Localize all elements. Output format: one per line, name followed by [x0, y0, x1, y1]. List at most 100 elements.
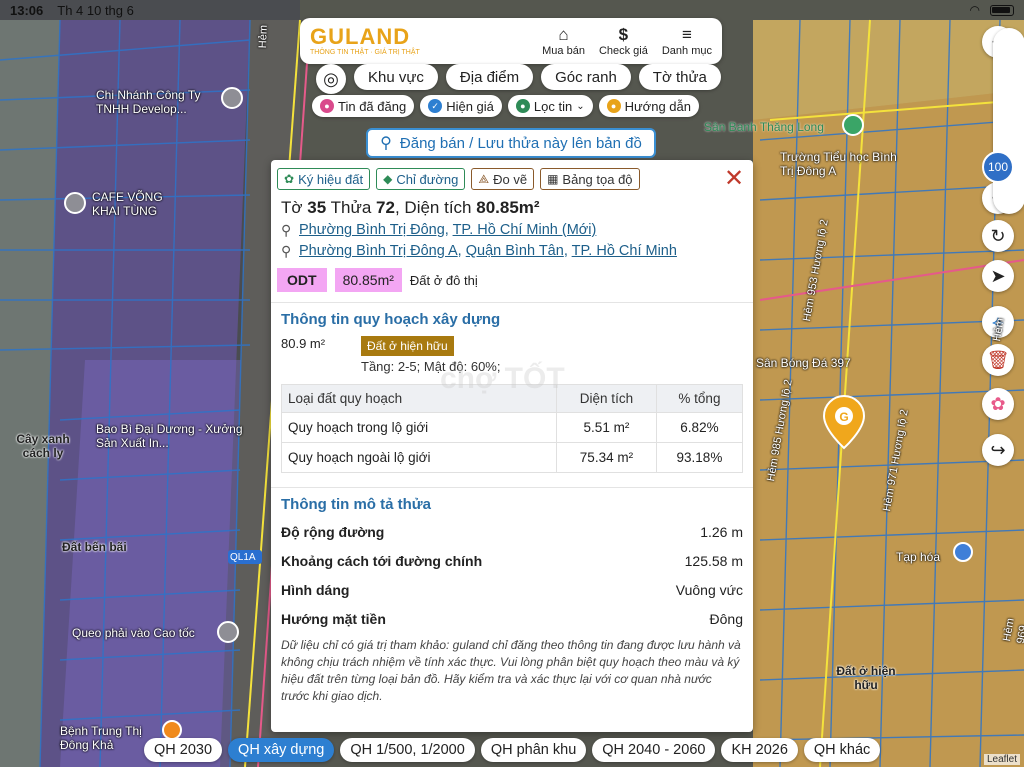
location-pin-icon: ⚲ [380, 135, 392, 152]
tool-label: Ký hiệu đất [298, 171, 364, 187]
post-listing-button[interactable]: ⚲ Đăng bán / Lưu thửa này lên bản đồ [366, 128, 656, 158]
trash-icon[interactable]: 🗑 [982, 344, 1014, 376]
info-label: Độ rộng đường [281, 523, 385, 540]
planning-layer-tabs: QH 2030 QH xây dựng QH 1/500, 1/2000 QH … [144, 738, 881, 762]
wifi-icon: ◠ [969, 3, 980, 17]
nav-mua-ban-button[interactable]: ⌂ Mua bán [542, 25, 585, 57]
nav-label: Mua bán [542, 45, 585, 57]
tab-qh-1-500[interactable]: QH 1/500, 1/2000 [340, 738, 475, 762]
sheet-label: Tờ [281, 198, 303, 217]
lot-label: Thửa [330, 198, 372, 217]
tab-qh-2030[interactable]: QH 2030 [144, 738, 223, 762]
zoom-level[interactable]: 100 [982, 151, 1014, 183]
table-header: % tổng [655, 384, 744, 413]
planning-info: 80.9 m² Đất ở hiện hữu Tầng: 2-5; Mật độ… [271, 328, 753, 374]
land-name: Đất ở đô thị [409, 272, 478, 288]
table-cell: Quy hoạch trong lộ giới [281, 412, 557, 443]
tab-qh-khac[interactable]: QH khác [803, 738, 881, 762]
nav-label: Danh mục [661, 45, 712, 57]
table-cell: 93.18% [655, 442, 744, 473]
brand-tagline: THÔNG TIN THẬT · GIÁ TRỊ THẬT [310, 49, 420, 56]
table-header: Diện tích [556, 384, 657, 413]
dollar-icon: $ [618, 25, 629, 44]
map-label: Hẻm [256, 24, 270, 49]
filter-huong-dan[interactable]: ● Hướng dẫn [598, 95, 699, 117]
city-link[interactable]: TP. Hồ Chí Minh [572, 243, 677, 259]
guide-icon: ● [606, 99, 621, 113]
land-symbol-button[interactable]: ✿ Ký hiệu đất [277, 168, 371, 190]
filter-tin-da-dang[interactable]: ● Tin đã đăng [312, 95, 415, 117]
map-label: CAFE VÕNG KHAI TÙNG [92, 190, 163, 218]
locate-me-icon[interactable]: ◎ [316, 64, 346, 94]
table-row: Quy hoạch ngoài lộ giới 75.34 m² 93.18% [281, 442, 744, 473]
palette-icon: ✿ [284, 172, 295, 186]
info-row-shape: Hình dáng Vuông vức [271, 575, 753, 604]
table-cell: 6.82% [655, 412, 744, 443]
brand-name: GULAND [310, 24, 411, 49]
ward-link[interactable]: Phường Bình Trị Đông A [299, 243, 458, 259]
tool-label: Đo vẽ [493, 171, 528, 187]
planning-note: Tầng: 2-5; Mật độ: 60%; [361, 359, 501, 374]
tab-kh-2026[interactable]: KH 2026 [721, 738, 798, 762]
battery-icon [990, 4, 1014, 16]
post-listing-label: Đăng bán / Lưu thửa này lên bản đồ [399, 134, 642, 152]
status-date: Th 4 10 thg 6 [57, 2, 134, 18]
map-label: Cây xanh cách ly [16, 432, 70, 460]
palette-icon[interactable]: ✿ [982, 388, 1014, 420]
map-label: Tạp hóa [896, 550, 941, 564]
navigation-arrow-icon[interactable]: ➤ [982, 260, 1014, 292]
tab-dia-diem[interactable]: Địa điểm [445, 64, 534, 90]
nav-danh-muc-button[interactable]: ≡ Danh mục [662, 25, 712, 57]
map-label: Chi Nhánh Công Ty TNHH Develop... [96, 88, 201, 116]
tab-to-thua[interactable]: Tờ thửa [638, 64, 721, 90]
ward-link[interactable]: Phường Bình Trị Đông [299, 222, 445, 238]
filter-label: Tin đã đăng [338, 98, 407, 114]
refresh-icon[interactable]: ↻ [982, 220, 1014, 252]
district-link[interactable]: Quận Bình Tân [466, 243, 564, 259]
tab-qh-2040-2060[interactable]: QH 2040 - 2060 [592, 738, 716, 762]
tab-qh-xay-dung[interactable]: QH xây dựng [228, 738, 335, 762]
description-section-title: Thông tin mô tả thửa [281, 496, 432, 513]
tool-label: Bảng tọa độ [562, 171, 633, 187]
map-label: Sân Bóng Đá 397 [756, 356, 851, 370]
info-row-facing: Hướng mặt tiền Đông [271, 604, 753, 633]
filter-hien-gia[interactable]: ✓ Hiện giá [420, 95, 502, 117]
zoom-slider[interactable] [993, 28, 1024, 214]
coordinate-table-button[interactable]: ▦ Bảng tọa độ [540, 168, 640, 190]
map-label: Trường Tiểu học Bình Trị Đông A [780, 150, 897, 178]
chevron-down-icon: ⌄ [576, 100, 585, 112]
map-label: Đất ở hiện hữu [836, 664, 896, 692]
parcel-info-panel: ✿ Ký hiệu đất ◆ Chỉ đường ⟁ Đo vẽ ▦ Bảng… [271, 160, 753, 732]
info-label: Khoảng cách tới đường chính [281, 552, 483, 569]
status-bar: 13:06 Th 4 10 thg 6 ◠ [0, 0, 1024, 20]
info-row-distance: Khoảng cách tới đường chính 125.58 m [271, 546, 753, 575]
info-label: Hướng mặt tiền [281, 610, 386, 627]
filter-label: Lọc tin [533, 98, 573, 114]
filter-loc-tin[interactable]: ● Lọc tin ⌄ [507, 95, 593, 117]
tab-khu-vuc[interactable]: Khu vực [354, 64, 438, 90]
info-row-road-width: Độ rộng đường 1.26 m [271, 517, 753, 546]
planning-area: 80.9 m² [281, 336, 326, 351]
disclaimer-text: Dữ liệu chỉ có giá trị tham khảo: guland… [281, 638, 741, 703]
measure-icon: ⟁ [478, 171, 490, 186]
area-label: Diện tích [404, 198, 472, 217]
map-label: Bao Bì Đại Dương - Xưởng Sản Xuất In... [96, 422, 243, 450]
nav-check-gia-button[interactable]: $ Check giá [599, 25, 648, 57]
directions-button[interactable]: ◆ Chỉ đường [376, 168, 466, 190]
land-type-row: ODT 80.85m² Đất ở đô thị [271, 260, 753, 292]
tab-qh-phan-khu[interactable]: QH phân khu [480, 738, 587, 762]
table-cell: Quy hoạch ngoài lộ giới [281, 442, 557, 473]
guland-logo[interactable]: GULAND THÔNG TIN THẬT · GIÁ TRỊ THẬT [310, 24, 420, 57]
info-value: 1.26 m [700, 523, 743, 540]
menu-icon: ≡ [681, 25, 692, 44]
map-attribution[interactable]: Leaflet [983, 754, 1020, 765]
tab-goc-ranh[interactable]: Góc ranh [541, 64, 631, 90]
share-icon[interactable]: ↪ [982, 434, 1014, 466]
close-icon[interactable]: ✕ [721, 167, 747, 191]
planning-badge: Đất ở hiện hữu [361, 336, 454, 356]
measure-button[interactable]: ⟁ Đo vẽ [471, 168, 535, 190]
info-value: Đông [709, 610, 743, 627]
city-link[interactable]: TP. Hồ Chí Minh (Mới) [453, 222, 597, 238]
table-header: Loại đất quy hoạch [281, 384, 557, 413]
house-icon: ⌂ [558, 25, 569, 44]
